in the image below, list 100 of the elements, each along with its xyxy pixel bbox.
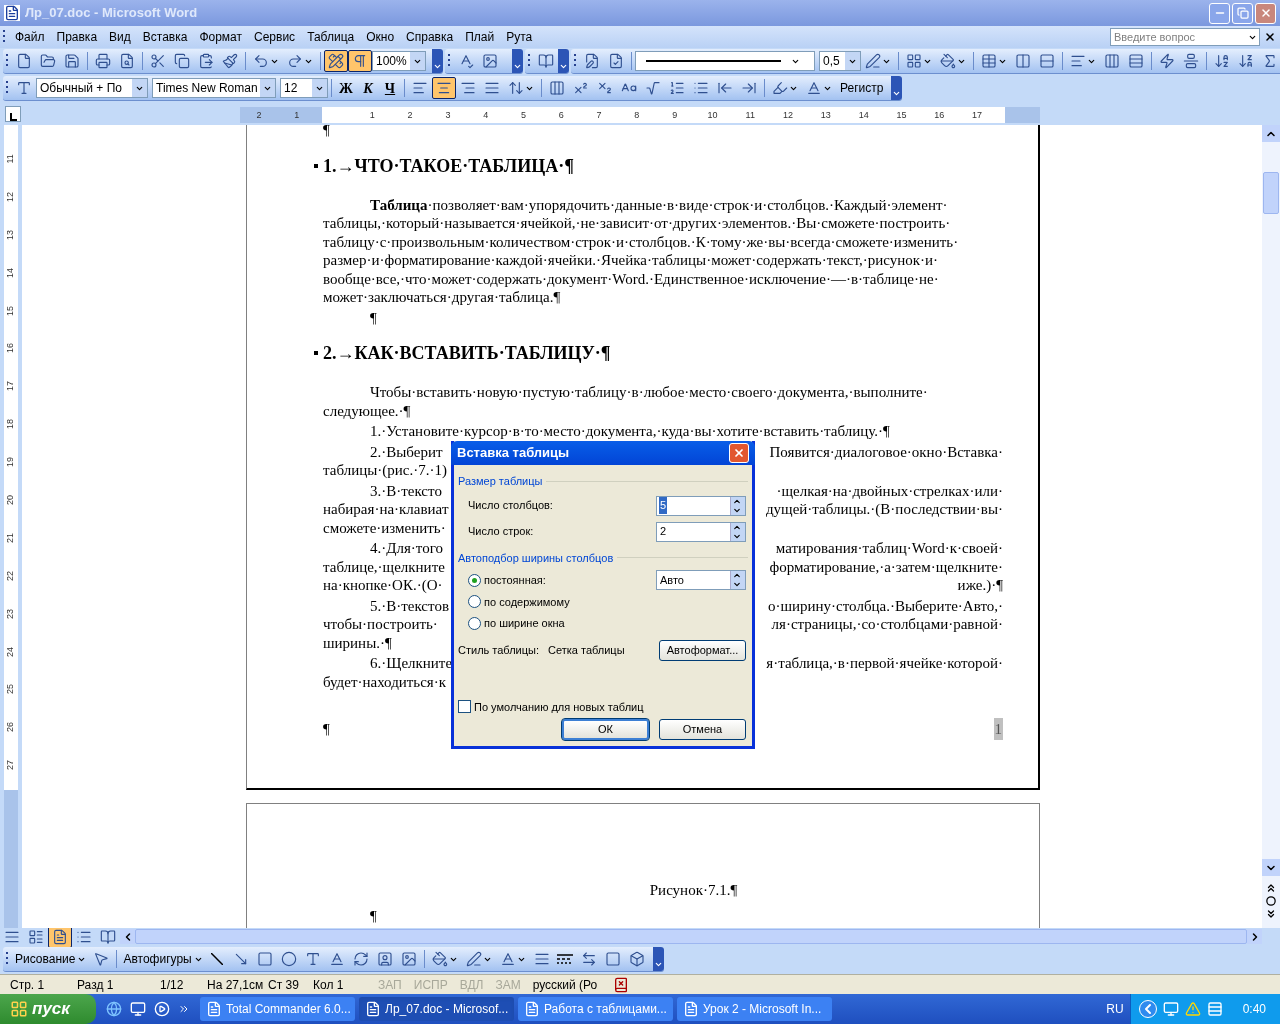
ruler-number: 8 <box>633 109 641 122</box>
ruler-number: 15 <box>4 304 17 318</box>
number-field-value: 5 <box>659 497 668 514</box>
paragraph-mark: ¶ <box>323 719 330 739</box>
start-button[interactable]: пуск <box>0 994 96 1024</box>
cancel-button[interactable]: Отмена <box>659 719 746 740</box>
paragraph-line: чтобы·построить· <box>323 615 438 634</box>
ruler-number: 26 <box>4 721 17 735</box>
paragraph-line: 1.·Установите·курсор·в·то·место·документа,·куда·вы·хотите·вставить·таблицу.·¶ <box>369 422 891 441</box>
window-title: Лр_07.doc - Microsoft Word <box>25 4 198 23</box>
menu-item[interactable]: Плай <box>459 28 501 46</box>
paragraph-line: Таблица·позволяет·вам·упорядочить·данные·в·виде·строк·и·столбцов.·Каждый·элемент· <box>369 195 949 214</box>
status-mode: ЗАП <box>378 976 402 994</box>
menu-item[interactable]: Сервис <box>248 28 302 46</box>
status-mode: ВДЛ <box>459 976 484 994</box>
paragraph-line: следующее.·¶ <box>323 402 411 419</box>
paragraph-line: ·щелкая·на·двойных·стрелках·или· <box>776 481 1003 500</box>
change-case-button[interactable]: Регистр <box>836 79 888 97</box>
ruler-number: 14 <box>4 266 17 280</box>
ruler-number: 25 <box>4 683 17 697</box>
zoom-combo-text: 100% <box>375 53 408 70</box>
ruler-number: 21 <box>4 531 17 545</box>
paragraph-line: 4.·Для·того <box>370 539 443 558</box>
paragraph-line: 3.·В·тексто <box>370 481 442 500</box>
status-text: Стр. 1 <box>10 976 46 994</box>
format-button[interactable]: Ж <box>335 77 357 99</box>
ruler-number: 14 <box>857 109 870 122</box>
ruler-number: 1 <box>293 109 301 122</box>
draw-menu-button[interactable]: Рисование <box>12 950 90 968</box>
width-field[interactable]: Авто <box>656 570 746 590</box>
language-status: русский (Ро <box>532 976 599 994</box>
ruler-number: 23 <box>4 607 17 621</box>
taskbar-button[interactable]: Лр_07.doc - Microsof... <box>359 997 514 1021</box>
menu-item[interactable]: Правка <box>50 28 104 46</box>
ruler-number: 1 <box>368 109 376 122</box>
menu-item[interactable]: Файл <box>9 28 51 46</box>
status-text: Ст 39 <box>268 976 300 994</box>
menu-item[interactable]: Рута <box>500 28 539 46</box>
format-button[interactable]: К <box>357 77 379 99</box>
language-indicator[interactable]: RU <box>1100 1000 1130 1018</box>
width-field-value: Авто <box>659 572 685 588</box>
menu-item[interactable]: Таблица <box>301 28 361 46</box>
paragraph-line: 2.·Выберит <box>370 442 443 461</box>
ruler-number: 17 <box>4 380 17 394</box>
autoformat-button[interactable]: Автоформат... <box>659 639 746 661</box>
radio-label: по содержимому <box>484 594 570 610</box>
zoom-combo[interactable]: 100% <box>372 51 426 71</box>
paragraph-line: набирая·на·клавиат <box>323 500 449 519</box>
field-label: Стиль таблицы: <box>458 642 539 658</box>
style-combo-text: Обычный + По <box>39 80 123 97</box>
radio-label: постоянная: <box>484 573 546 588</box>
ruler-number: 4 <box>482 109 490 122</box>
font-combo-text: Times New Roman <box>155 80 259 97</box>
paragraph-line: таблицы·(рис.·7.·1) <box>323 462 447 478</box>
line-weight-combo-text: 0,5 <box>822 53 841 70</box>
ruler-number: 12 <box>4 190 17 204</box>
ruler-number: 13 <box>4 228 17 242</box>
paragraph-line: таблицу·с·произвольным·количеством·строк·и·столбцов.·К·тому·же·вы·всегда·сможете·изменить· <box>323 233 959 250</box>
number-field[interactable]: 5 <box>656 495 746 516</box>
ruler-number: 7 <box>595 109 603 122</box>
paragraph-line: таблице,·щелкните <box>323 557 445 576</box>
paragraph-line: на·кнопке·ОК.·(О· <box>323 576 443 595</box>
paragraph-line: 5.·В·текстов <box>370 596 449 615</box>
ruler-number: 6 <box>557 109 565 122</box>
autoshapes-button[interactable]: Автофигуры <box>120 950 206 968</box>
paragraph-line: будет·находиться·к <box>323 673 447 690</box>
ruler-number: 16 <box>4 342 17 356</box>
ruler-number: 15 <box>895 109 908 122</box>
format-button[interactable]: Ч <box>379 77 401 99</box>
paragraph-line: 6.·Щелкните <box>370 654 453 673</box>
ruler-number: 18 <box>4 418 17 432</box>
status-text: На 27,1см <box>207 976 265 994</box>
menu-item[interactable]: Вставка <box>136 28 194 46</box>
menu-item[interactable]: Вид <box>103 28 137 46</box>
ruler-number: 9 <box>671 109 679 122</box>
ruler-number: 17 <box>971 109 984 122</box>
section-heading: 1.→ЧТО·ТАКОЕ·ТАБЛИЦА·¶ <box>323 156 574 175</box>
help-search-field[interactable]: Введите вопрос <box>1110 28 1260 46</box>
number-field[interactable]: 2 <box>656 521 746 542</box>
ruler-number: 22 <box>4 569 17 583</box>
taskbar-button[interactable]: Работа с таблицами... <box>518 997 673 1021</box>
paragraph-line: таблицы,·который·называется·ячейкой,·не·зависит·от·других·элементов.·Вы·сможете·построить· <box>323 215 951 231</box>
ruler-number: 16 <box>933 109 946 122</box>
line-weight-combo[interactable]: 0,5 <box>819 51 861 71</box>
menu-item[interactable]: Окно <box>360 28 401 46</box>
ok-button[interactable]: ОК <box>562 719 649 740</box>
menu-item[interactable]: Формат <box>193 28 249 46</box>
font-size-combo[interactable]: 12 <box>280 78 328 98</box>
ruler-number: 13 <box>819 109 832 122</box>
paragraph-line: вообще·все,·что·может·содержать·документ·Word.·Единственное·исключение·—·в·таблице·не· <box>323 270 939 287</box>
style-combo[interactable]: Обычный + По <box>36 78 148 98</box>
taskbar-button[interactable]: Total Commander 6.0... <box>200 997 355 1021</box>
font-combo[interactable]: Times New Roman <box>152 78 276 98</box>
status-mode: ЗАМ <box>495 976 521 994</box>
taskbar-button[interactable]: Урок 2 - Microsoft In... <box>677 997 832 1021</box>
menu-item[interactable]: Справка <box>400 28 460 46</box>
paragraph-line: я·таблица,·в·первой·ячейке·которой· <box>766 654 1003 673</box>
paragraph-mark: ¶ <box>323 125 330 140</box>
status-text: Кол 1 <box>313 976 345 994</box>
style-value: Сетка таблицы <box>548 642 625 658</box>
